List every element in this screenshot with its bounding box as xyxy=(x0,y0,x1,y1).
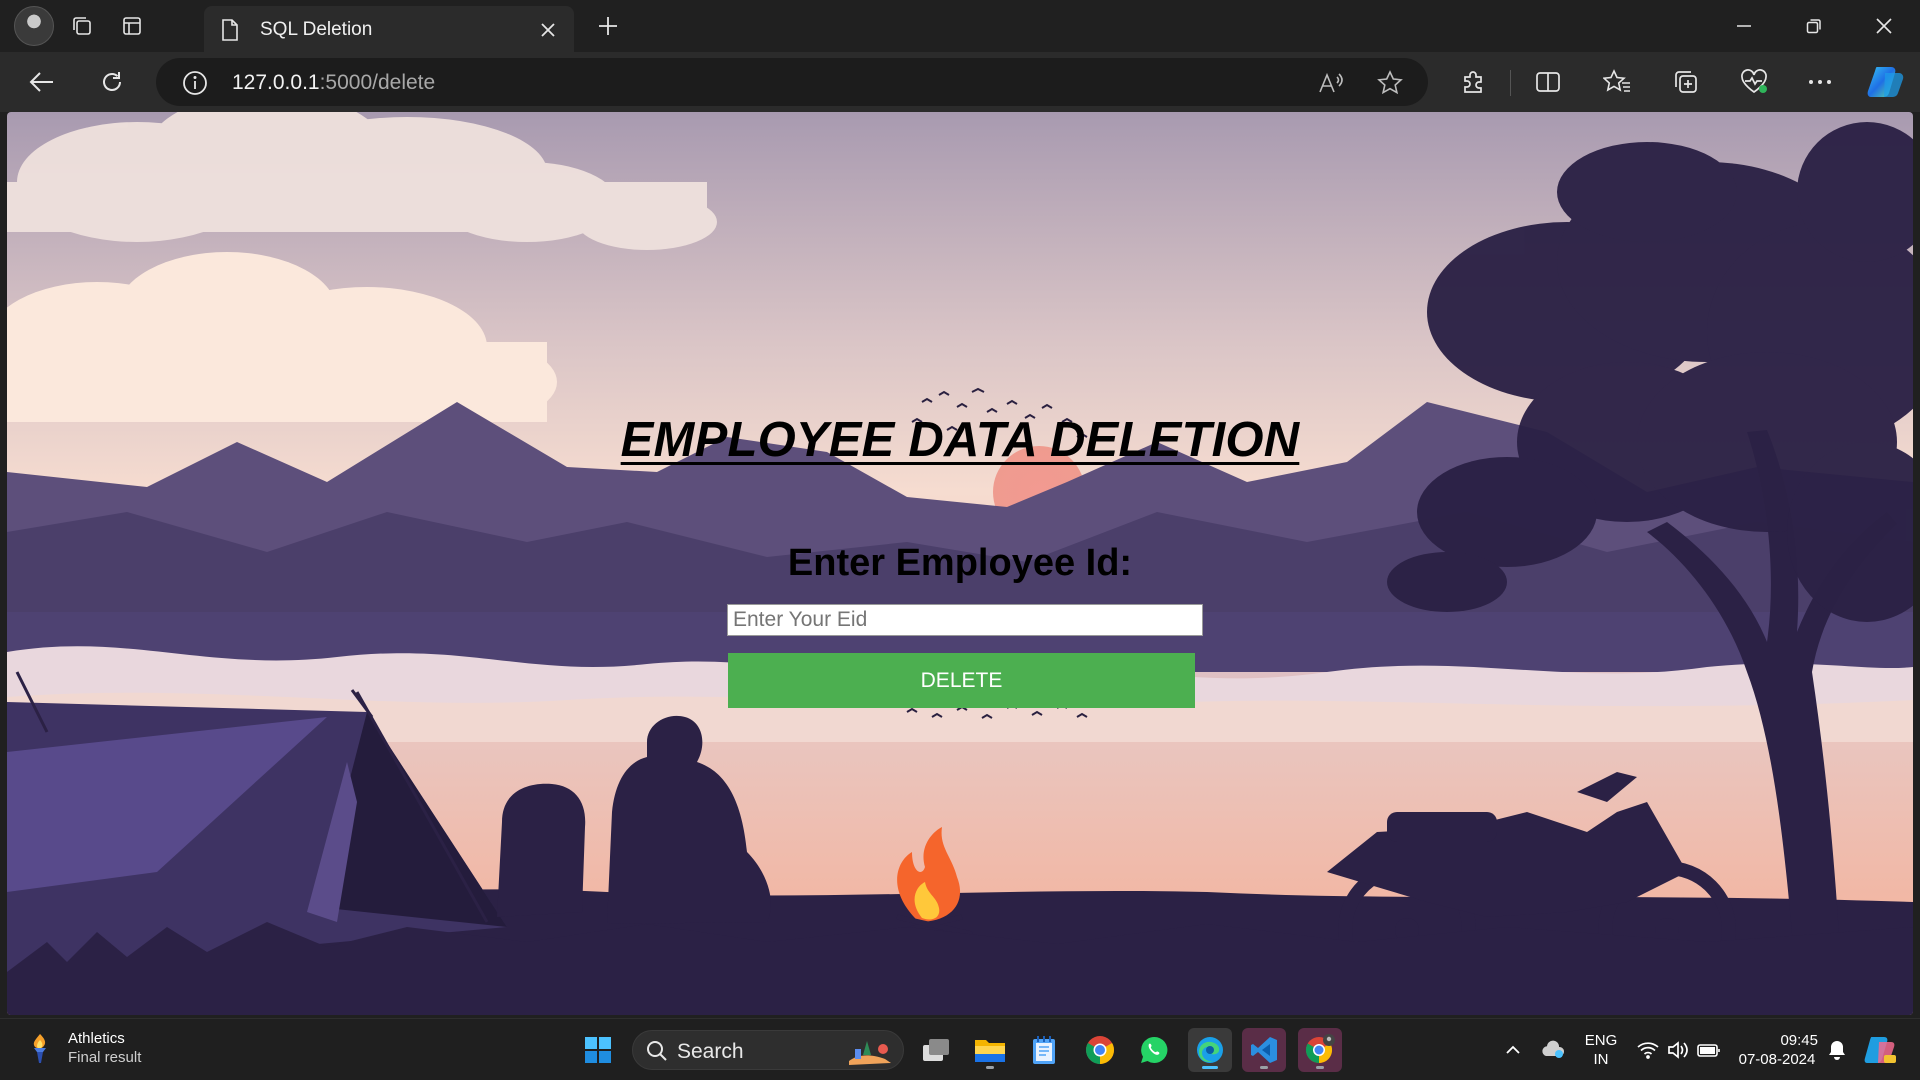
news-widget[interactable]: Athletics Final result xyxy=(26,1029,141,1067)
restore-icon[interactable] xyxy=(1792,10,1836,42)
widget-subtitle: Final result xyxy=(68,1049,142,1066)
collections-icon[interactable] xyxy=(1668,64,1704,100)
tab-actions-icon[interactable] xyxy=(114,8,150,44)
tab-title: SQL Deletion xyxy=(260,19,373,40)
chevron-up-icon[interactable] xyxy=(1500,1037,1526,1063)
window-close-icon[interactable] xyxy=(1862,10,1906,42)
employee-id-input[interactable] xyxy=(727,604,1203,636)
notepad-icon[interactable] xyxy=(1022,1028,1066,1072)
browser-essentials-icon[interactable] xyxy=(1736,64,1772,100)
browser-toolbar: 127.0.0.1:5000/delete xyxy=(0,52,1920,112)
url-path: :5000/delete xyxy=(319,71,436,94)
chrome-profile-icon[interactable] xyxy=(1298,1028,1342,1072)
toolbar-divider xyxy=(1510,70,1511,96)
language-code: ENG xyxy=(1584,1032,1618,1049)
address-bar[interactable]: 127.0.0.1:5000/delete xyxy=(156,58,1428,106)
taskbar-search[interactable]: Search xyxy=(632,1030,904,1070)
search-icon xyxy=(646,1040,668,1067)
language-indicator[interactable]: ENG IN xyxy=(1582,1031,1620,1069)
torch-icon xyxy=(33,1034,46,1063)
url-host: 127.0.0.1 xyxy=(232,71,320,94)
onedrive-weather-icon[interactable] xyxy=(1538,1037,1568,1063)
back-icon[interactable] xyxy=(24,64,60,100)
employee-id-label: Enter Employee Id: xyxy=(787,542,1133,584)
active-tab[interactable]: SQL Deletion xyxy=(204,6,574,52)
battery-icon[interactable] xyxy=(1694,1037,1724,1063)
browser-titlebar: SQL Deletion xyxy=(0,0,1920,52)
page-viewport: EMPLOYEE DATA DELETION Enter Employee Id… xyxy=(7,112,1913,1015)
refresh-icon[interactable] xyxy=(94,64,130,100)
windows-taskbar: Athletics Final result Search ENG IN 09:… xyxy=(0,1018,1920,1080)
copilot-icon[interactable] xyxy=(1866,62,1906,102)
copilot-taskbar-icon[interactable] xyxy=(1862,1033,1898,1067)
url-text[interactable]: 127.0.0.1:5000/delete xyxy=(232,71,435,95)
search-label: Search xyxy=(677,1040,744,1063)
notification-bell-icon[interactable] xyxy=(1824,1037,1850,1063)
running-indicator xyxy=(1316,1066,1324,1069)
active-indicator xyxy=(1202,1066,1218,1069)
clock-time: 09:45 xyxy=(1780,1032,1818,1049)
extensions-icon[interactable] xyxy=(1455,64,1491,100)
clock[interactable]: 09:45 07-08-2024 xyxy=(1730,1031,1824,1069)
start-icon[interactable] xyxy=(576,1028,620,1072)
split-screen-icon[interactable] xyxy=(1530,64,1566,100)
search-highlight-icon xyxy=(849,1041,891,1065)
page-heading: EMPLOYEE DATA DELETION xyxy=(620,413,1300,467)
document-icon xyxy=(220,18,240,47)
info-icon[interactable] xyxy=(182,70,208,101)
favorites-icon[interactable] xyxy=(1599,64,1635,100)
workspaces-icon[interactable] xyxy=(64,8,100,44)
file-explorer-icon[interactable] xyxy=(968,1028,1012,1072)
read-aloud-icon[interactable] xyxy=(1316,68,1346,98)
volume-icon[interactable] xyxy=(1664,1037,1692,1063)
widget-title: Athletics xyxy=(68,1030,125,1047)
clock-date: 07-08-2024 xyxy=(1738,1051,1816,1068)
task-view-icon[interactable] xyxy=(914,1028,958,1072)
new-tab-icon[interactable] xyxy=(590,10,626,42)
vscode-icon[interactable] xyxy=(1242,1028,1286,1072)
language-region: IN xyxy=(1593,1051,1609,1068)
profile-avatar[interactable] xyxy=(14,6,54,46)
running-indicator xyxy=(1260,1066,1268,1069)
minimize-icon[interactable] xyxy=(1722,10,1766,42)
favorite-star-icon[interactable] xyxy=(1374,67,1406,99)
edge-icon[interactable] xyxy=(1188,1028,1232,1072)
wifi-icon[interactable] xyxy=(1634,1037,1662,1063)
chrome-icon[interactable] xyxy=(1078,1028,1122,1072)
whatsapp-icon[interactable] xyxy=(1132,1028,1176,1072)
more-icon[interactable] xyxy=(1802,64,1838,100)
close-icon[interactable] xyxy=(536,18,560,42)
running-indicator xyxy=(986,1066,994,1069)
delete-button[interactable]: DELETE xyxy=(728,653,1195,708)
